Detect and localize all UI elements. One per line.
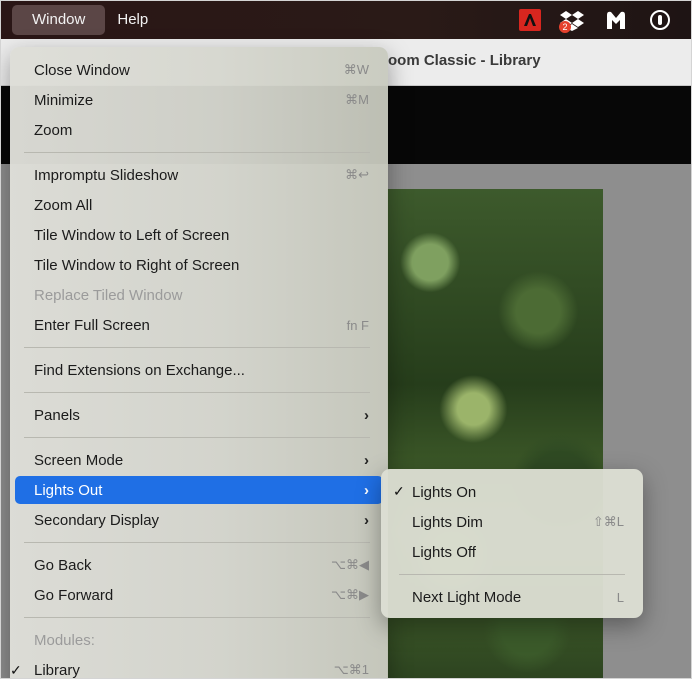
menu-section-modules: Modules:	[15, 626, 383, 654]
menu-separator	[24, 542, 370, 543]
menu-item-label: Panels	[34, 406, 80, 424]
menu-separator	[24, 152, 370, 153]
dropbox-badge: 2	[559, 21, 571, 33]
menu-item-label: Secondary Display	[34, 511, 160, 529]
menu-item-lights-out[interactable]: Lights Out ›	[15, 476, 383, 504]
window-title: oom Classic - Library	[388, 52, 541, 69]
menu-item-replace-tiled-window: Replace Tiled Window	[15, 281, 383, 309]
lights-out-submenu: ✓ Lights On Lights Dim ⇧⌘L Lights Off Ne…	[381, 469, 643, 618]
menu-item-label: Screen Mode	[34, 451, 124, 469]
menu-separator	[24, 617, 370, 618]
menu-item-panels[interactable]: Panels ›	[15, 401, 383, 429]
menu-item-label: Go Back	[34, 556, 92, 574]
menu-item-shortcut: ⌘M	[345, 92, 369, 107]
menu-item-zoom-all[interactable]: Zoom All	[15, 191, 383, 219]
checkmark-icon: ✓	[393, 483, 405, 499]
chevron-right-icon: ›	[364, 511, 369, 529]
menubar-window[interactable]: Window	[12, 5, 106, 35]
chevron-right-icon: ›	[364, 406, 369, 424]
checkmark-icon: ✓	[10, 661, 22, 678]
menu-item-label: Modules:	[34, 631, 95, 649]
menu-item-label: Lights Out	[34, 481, 103, 499]
malwarebytes-icon[interactable]	[603, 7, 629, 33]
menu-item-shortcut: L	[616, 589, 624, 605]
menu-item-find-extensions[interactable]: Find Extensions on Exchange...	[15, 356, 383, 384]
menu-item-shortcut: ⇧⌘L	[592, 514, 624, 529]
menu-item-tile-right[interactable]: Tile Window to Right of Screen	[15, 251, 383, 279]
submenu-item-lights-on[interactable]: ✓ Lights On	[386, 478, 638, 506]
menu-item-close-window[interactable]: Close Window ⌘W	[15, 56, 383, 84]
submenu-item-next-light-mode[interactable]: Next Light Mode L	[386, 583, 638, 611]
menubar-help[interactable]: Help	[105, 5, 160, 35]
submenu-item-lights-off[interactable]: Lights Off	[386, 538, 638, 566]
menu-item-impromptu-slideshow[interactable]: Impromptu Slideshow ⌘↩	[15, 161, 383, 189]
menu-separator	[24, 347, 370, 348]
window-menu: Close Window ⌘W Minimize ⌘M Zoom Impromp…	[10, 47, 388, 679]
menu-item-secondary-display[interactable]: Secondary Display ›	[15, 506, 383, 534]
menu-item-label: Lights Dim	[412, 513, 483, 531]
menu-item-label: Lights Off	[412, 543, 476, 561]
menu-item-label: Replace Tiled Window	[34, 286, 183, 304]
menu-item-shortcut: fn F	[346, 317, 369, 333]
menu-item-zoom[interactable]: Zoom	[15, 116, 383, 144]
menu-separator	[24, 392, 370, 393]
menu-item-label: Lights On	[412, 483, 477, 501]
menu-bar: Window Help 2	[1, 1, 691, 39]
menu-item-label: Tile Window to Left of Screen	[34, 226, 230, 244]
menu-item-label: Minimize	[34, 91, 94, 109]
submenu-item-lights-dim[interactable]: Lights Dim ⇧⌘L	[386, 508, 638, 536]
menu-item-library[interactable]: ✓ Library ⌥⌘1	[10, 656, 383, 679]
menu-item-shortcut: ⌥⌘◀	[331, 557, 369, 572]
onepassword-circle	[650, 10, 670, 30]
menu-item-shortcut: ⌥⌘▶	[331, 587, 369, 602]
menu-item-minimize[interactable]: Minimize ⌘M	[15, 86, 383, 114]
menu-item-go-forward[interactable]: Go Forward ⌥⌘▶	[15, 581, 383, 609]
menu-item-tile-left[interactable]: Tile Window to Left of Screen	[15, 221, 383, 249]
status-tray: 2	[519, 1, 691, 39]
menu-item-label: Zoom All	[34, 196, 93, 214]
menu-item-shortcut: ⌘↩	[345, 167, 369, 182]
menu-item-label: Close Window	[34, 61, 130, 79]
menu-item-go-back[interactable]: Go Back ⌥⌘◀	[15, 551, 383, 579]
menu-separator	[24, 437, 370, 438]
menu-item-label: Next Light Mode	[412, 588, 522, 606]
menu-separator	[399, 574, 625, 575]
onepassword-icon[interactable]	[647, 7, 673, 33]
chevron-right-icon: ›	[364, 481, 369, 499]
menu-item-label: Tile Window to Right of Screen	[34, 256, 240, 274]
adobe-creative-cloud-icon[interactable]	[519, 9, 541, 31]
menu-item-label: Find Extensions on Exchange...	[34, 361, 245, 379]
menu-item-enter-full-screen[interactable]: Enter Full Screen fn F	[15, 311, 383, 339]
menu-item-label: Zoom	[34, 121, 73, 139]
menu-item-label: Impromptu Slideshow	[34, 166, 179, 184]
chevron-right-icon: ›	[364, 451, 369, 469]
dropbox-icon[interactable]: 2	[559, 7, 585, 33]
menu-item-screen-mode[interactable]: Screen Mode ›	[15, 446, 383, 474]
menu-item-label: Go Forward	[34, 586, 114, 604]
menu-item-label: Library	[34, 661, 80, 679]
menu-item-shortcut: ⌥⌘1	[333, 662, 369, 677]
screen: Window Help 2 oom Classic - Library Clos…	[0, 0, 692, 679]
menu-item-shortcut: ⌘W	[343, 62, 369, 77]
menu-item-label: Enter Full Screen	[34, 316, 150, 334]
